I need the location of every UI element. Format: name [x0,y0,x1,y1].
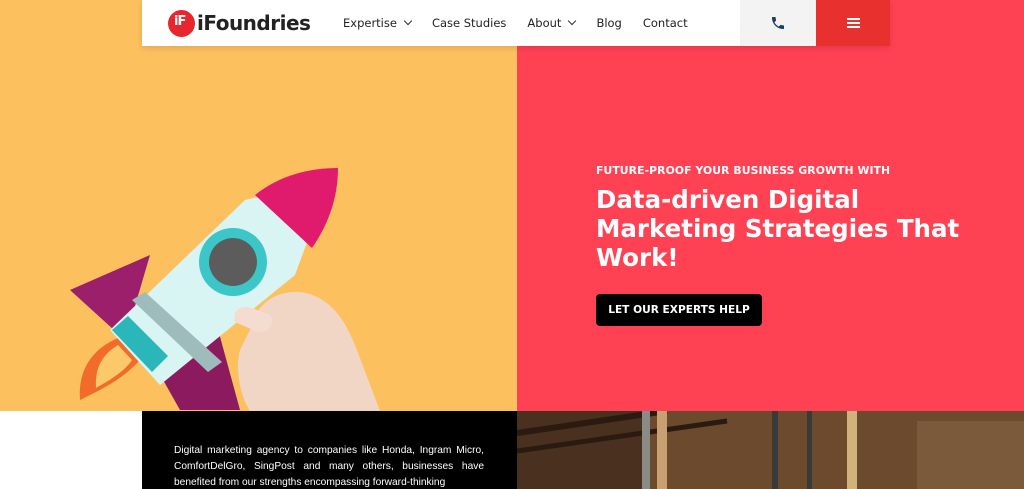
about-section: Digital marketing agency to companies li… [142,411,517,489]
spacer [0,411,142,489]
site-header: iF iFoundries Expertise Case Studies Abo… [142,0,890,46]
hero-headline: Data-driven Digital Marketing Strategies… [596,185,960,272]
nav-item-contact[interactable]: Contact [643,0,688,46]
logo-mark-icon: iF [168,9,195,37]
hamburger-menu-icon [846,17,860,29]
nav-item-label: Contact [642,16,688,30]
menu-button[interactable] [816,0,890,46]
nav-item-expertise[interactable]: Expertise [343,0,413,46]
logo-text: iFoundries [197,11,311,35]
main-nav: Expertise Case Studies About Blog Contac… [343,0,709,46]
phone-icon [772,17,784,29]
rocket-illustration [70,168,380,411]
brand-logo[interactable]: iF iFoundries [168,8,311,38]
hero-image [0,0,517,411]
nav-item-label: Blog [596,16,622,30]
logo-mark-text: iF [174,13,186,29]
hero-eyebrow: FUTURE-PROOF YOUR BUSINESS GROWTH WITH [596,164,891,177]
nav-item-about[interactable]: About [527,0,577,46]
nav-item-label: Expertise [343,16,397,30]
about-text: Digital marketing agency to companies li… [174,445,484,488]
cta-button[interactable]: LET OUR EXPERTS HELP [596,294,762,326]
page: iF iFoundries Expertise Case Studies Abo… [0,0,1024,489]
nav-item-label: About [527,16,562,30]
photo-illustration [517,411,1024,489]
nav-item-blog[interactable]: Blog [596,0,621,46]
nav-item-case-studies[interactable]: Case Studies [432,0,506,46]
chevron-down-icon [568,16,577,26]
phone-button[interactable] [740,0,816,46]
nav-item-label: Case Studies [431,16,507,30]
chevron-down-icon [403,16,413,26]
warehouse-photo [517,411,1024,489]
